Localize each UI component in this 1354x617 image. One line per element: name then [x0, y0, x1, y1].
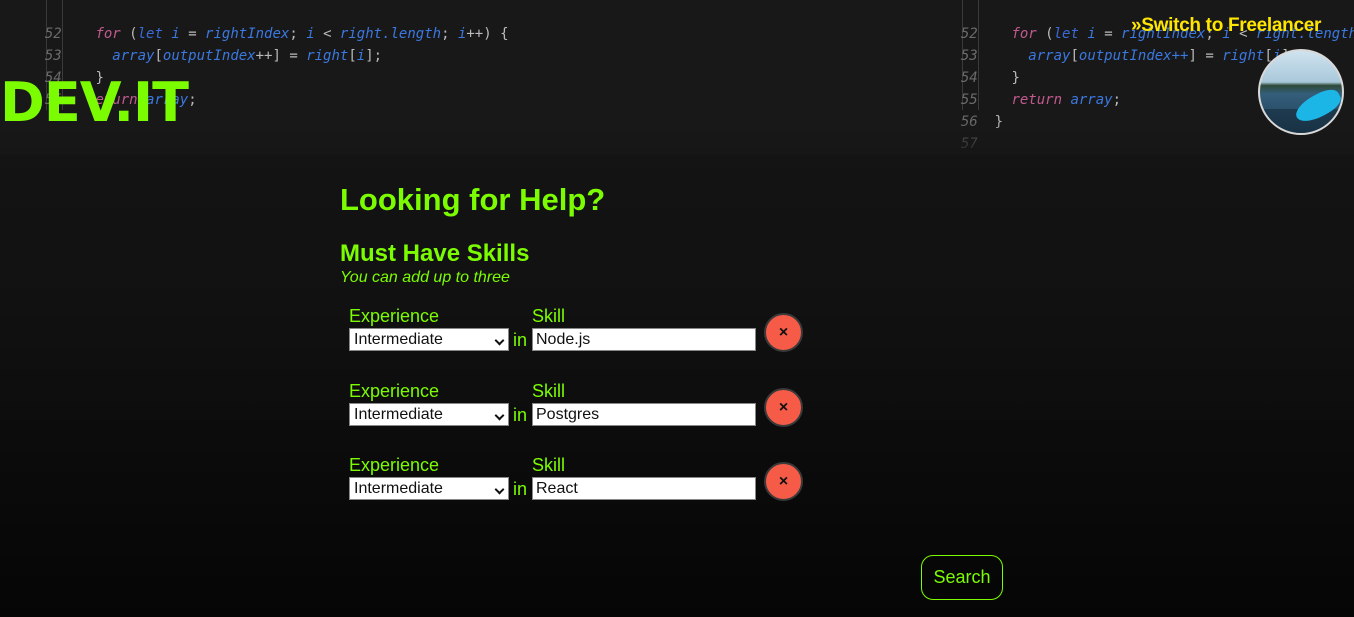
code-line: 55 return array;	[960, 92, 1122, 108]
code-line: 56 }	[912, 89, 1003, 130]
search-button[interactable]: Search	[921, 555, 1003, 600]
site-logo[interactable]: DEV.IT	[0, 72, 189, 134]
in-label: in	[513, 479, 528, 499]
section-subtitle: You can add up to three	[340, 269, 510, 286]
skill-label: Skill	[532, 306, 566, 326]
section-title: Must Have Skills	[340, 240, 530, 267]
experience-label: Experience	[349, 381, 440, 401]
experience-label: Experience	[349, 455, 440, 475]
close-icon: ×	[778, 323, 789, 341]
switch-to-freelancer-link[interactable]: »Switch to Freelancer	[1131, 15, 1321, 37]
code-fade	[0, 120, 1354, 155]
avatar[interactable]	[1258, 49, 1344, 135]
experience-label: Experience	[349, 306, 440, 326]
code-line: 54 }	[44, 70, 104, 86]
chevron-down-icon	[494, 410, 505, 421]
experience-select[interactable]: Intermediate	[349, 403, 509, 426]
experience-select-value: Intermediate	[354, 480, 443, 497]
skill-row: Experience Skill Intermediate in React ×	[349, 455, 819, 515]
skill-label: Skill	[532, 455, 566, 475]
remove-skill-button[interactable]: ×	[764, 462, 803, 501]
experience-select[interactable]: Intermediate	[349, 328, 509, 351]
experience-select-value: Intermediate	[354, 406, 443, 423]
experience-select-value: Intermediate	[354, 331, 443, 348]
skill-row: Experience Skill Intermediate in Node.js…	[349, 306, 819, 366]
in-label: in	[513, 330, 528, 350]
skill-label: Skill	[532, 381, 566, 401]
page-title: Looking for Help?	[340, 182, 606, 217]
remove-skill-button[interactable]: ×	[764, 388, 803, 427]
skill-input[interactable]: React	[532, 477, 756, 500]
close-icon: ×	[778, 398, 789, 416]
chevron-down-icon	[494, 335, 505, 346]
skill-input[interactable]: Postgres	[532, 403, 756, 426]
code-line: 53 array[outputIndex++] = right[i];	[44, 48, 383, 64]
remove-skill-button[interactable]: ×	[764, 313, 803, 352]
code-line: 54 }	[960, 70, 1020, 86]
skill-row: Experience Skill Intermediate in Postgre…	[349, 381, 819, 441]
in-label: in	[513, 405, 528, 425]
code-line: 52 for (let i = rightIndex; i < right.le…	[44, 26, 509, 42]
chevron-down-icon	[494, 484, 505, 495]
experience-select[interactable]: Intermediate	[349, 477, 509, 500]
skill-input[interactable]: Node.js	[532, 328, 756, 351]
help-request-form: Looking for Help? Must Have Skills You c…	[340, 182, 1020, 501]
close-icon: ×	[778, 472, 789, 490]
